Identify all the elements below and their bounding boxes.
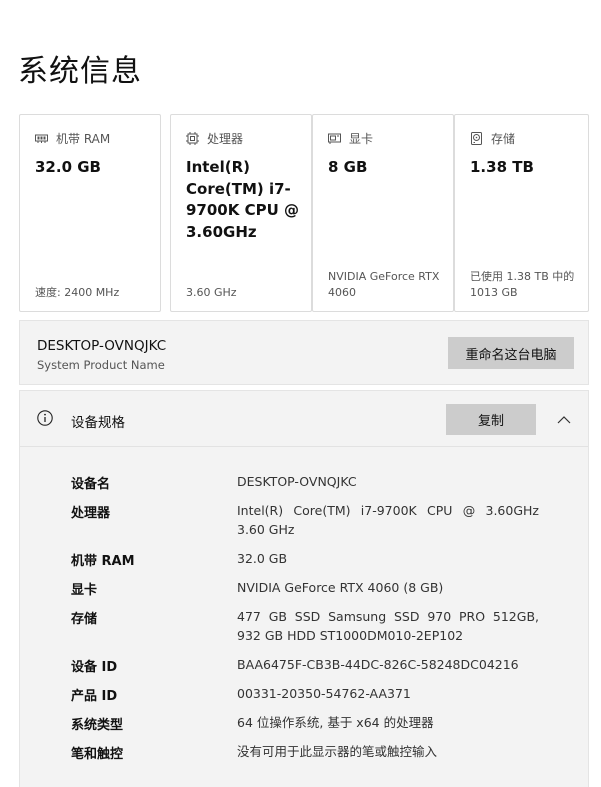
card-value: 8 GB [328,158,368,176]
ram-icon [35,132,48,145]
specs-title: 设备规格 [71,415,125,431]
spec-value: DESKTOP-OVNQJKC [237,474,357,489]
info-icon [37,410,53,426]
spec-value: Intel(R) Core(TM) i7-9700K CPU @ 3.60GHz… [237,503,539,537]
card-label: 处理器 [207,132,244,146]
spec-key: 存储 [71,612,98,627]
device-name-bar: DESKTOP-OVNQJKC System Product Name 重命名这… [19,320,589,385]
device-name: DESKTOP-OVNQJKC [37,338,167,354]
rename-pc-button[interactable]: 重命名这台电脑 [448,337,574,369]
card-processor: 处理器 Intel(R) Core(TM) i7-9700K CPU @ 3.6… [170,114,312,312]
card-label: 机带 RAM [56,132,111,146]
spec-key: 设备 ID [71,660,118,675]
spec-key: 笔和触控 [71,747,124,762]
spec-value: BAA6475F-CB3B-44DC-826C-58248DC04216 [237,657,519,672]
card-footer: 速度: 2400 MHz [35,286,120,299]
card-value: Intel(R) Core(TM) i7-9700K CPU @ 3.60GHz [186,158,299,241]
card-storage: 存储 1.38 TB 已使用 1.38 TB 中的 1013 GB [454,114,589,312]
storage-icon [470,132,483,145]
card-label: 存储 [491,132,516,146]
card-footer: 已使用 1.38 TB 中的 1013 GB [470,270,575,299]
spec-value: NVIDIA GeForce RTX 4060 (8 GB) [237,580,444,595]
spec-value: 477 GB SSD Samsung SSD 970 PRO 512GB, 93… [237,609,539,643]
card-footer: 3.60 GHz [186,286,237,299]
card-graphics: 显卡 8 GB NVIDIA GeForce RTX 4060 [312,114,454,312]
spec-value: 32.0 GB [237,551,288,566]
spec-key: 产品 ID [71,689,118,704]
device-product-name: System Product Name [37,358,165,372]
card-footer: NVIDIA GeForce RTX 4060 [328,270,440,299]
card-label: 显卡 [349,132,374,146]
specs-header[interactable]: 设备规格 复制 [20,391,588,447]
page-title: 系统信息 [18,54,142,89]
gpu-icon [328,132,341,145]
spec-value: 没有可用于此显示器的笔或触控输入 [237,744,438,759]
chevron-up-icon[interactable] [556,411,572,424]
spec-key: 系统类型 [71,718,124,733]
hardware-summary-cards: 机带 RAM 32.0 GB 速度: 2400 MHz 处理器 Intel(R)… [19,114,589,312]
spec-value: 00331-20350-54762-AA371 [237,686,411,701]
spec-key: 显卡 [71,583,98,598]
spec-key: 设备名 [71,477,111,492]
card-ram: 机带 RAM 32.0 GB 速度: 2400 MHz [19,114,161,312]
card-value: 1.38 TB [470,158,534,176]
copy-button[interactable]: 复制 [446,404,536,435]
card-value: 32.0 GB [35,158,101,176]
device-specifications-panel: 设备规格 复制 设备名 DESKTOP-OVNQJKC 处理器 Intel(R)… [19,390,589,787]
cpu-icon [186,132,199,145]
spec-value: 64 位操作系统, 基于 x64 的处理器 [237,715,434,730]
spec-key: 处理器 [71,506,111,521]
spec-key: 机带 RAM [71,554,135,569]
